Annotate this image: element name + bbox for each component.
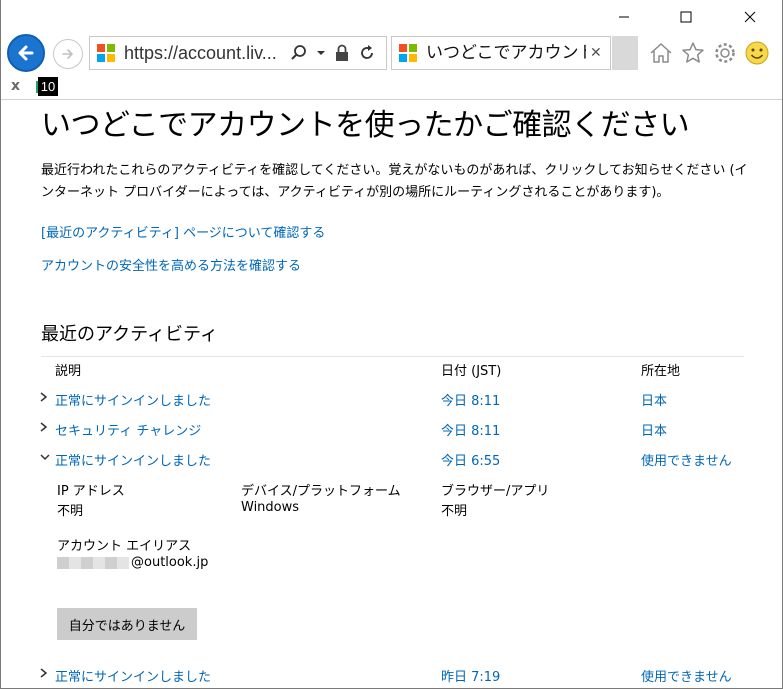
title-bar	[1, 0, 782, 34]
redacted-email-mask	[57, 556, 129, 569]
browser-tab[interactable]: いつどこでアカウント... ✕	[391, 36, 611, 70]
navigation-bar: https://account.liv... いつどこでアカウント... ✕	[1, 32, 782, 76]
table-row[interactable]: 正常にサインインしました 今日 8:11 日本	[39, 390, 751, 410]
close-window-button[interactable]	[727, 0, 773, 34]
dropdown-arrow-icon[interactable]	[316, 44, 326, 62]
device-platform-label: デバイス/プラットフォーム	[241, 484, 401, 499]
tab-close-icon[interactable]: ✕	[590, 37, 602, 69]
site-favicon-icon	[97, 44, 115, 62]
device-platform-value: Windows	[241, 500, 300, 515]
column-header-description: 説明	[55, 364, 82, 379]
favorites-bar: x 10	[1, 76, 782, 100]
chevron-right-icon[interactable]	[39, 666, 51, 683]
ip-address-value: 不明	[57, 504, 84, 519]
search-icon[interactable]	[290, 44, 308, 62]
smiley-feedback-icon[interactable]	[744, 40, 770, 66]
maximize-icon	[680, 11, 692, 23]
not-me-button[interactable]: 自分ではありません	[57, 608, 197, 640]
address-url[interactable]: https://account.liv...	[124, 37, 284, 69]
activity-location[interactable]: 使用できません	[641, 450, 732, 469]
improve-security-link[interactable]: アカウントの安全性を高める方法を確認する	[41, 255, 301, 274]
activity-date[interactable]: 今日 8:11	[441, 390, 500, 409]
intro-text: 最近行われたこれらのアクティビティを確認してください。覚えがないものがあれば、ク…	[41, 163, 748, 200]
activity-description[interactable]: 正常にサインインしました	[55, 390, 211, 409]
close-icon	[744, 11, 756, 23]
browser-app-label: ブラウザー/アプリ	[441, 484, 550, 499]
tab-favicon-icon	[399, 44, 417, 62]
tab-title: いつどこでアカウント...	[426, 43, 586, 63]
home-icon[interactable]	[648, 40, 674, 66]
activity-date[interactable]: 今日 6:55	[441, 450, 500, 469]
activity-description[interactable]: 正常にサインインしました	[55, 666, 211, 685]
page-title: いつどこでアカウントを使ったかご確認ください	[41, 108, 690, 143]
table-row[interactable]: セキュリティ チャレンジ 今日 8:11 日本	[39, 420, 751, 440]
favorites-close-icon[interactable]: x	[11, 78, 20, 94]
forward-arrow-icon	[62, 49, 73, 59]
column-header-date: 日付 (JST)	[441, 364, 502, 379]
back-button[interactable]	[7, 34, 45, 72]
ip-address-label: IP アドレス	[57, 484, 125, 499]
favorites-star-icon[interactable]	[680, 40, 706, 66]
activity-description[interactable]: 正常にサインインしました	[55, 450, 211, 469]
table-header: 説明 日付 (JST) 所在地	[39, 360, 751, 380]
minimize-icon	[619, 16, 629, 18]
account-alias-label: アカウント エイリアス	[57, 539, 192, 554]
account-alias-value: @outlook.jp	[131, 555, 209, 570]
chevron-down-icon[interactable]	[39, 450, 51, 467]
chevron-right-icon[interactable]	[39, 420, 51, 437]
column-header-location: 所在地	[641, 364, 681, 379]
maximize-button[interactable]	[663, 0, 709, 34]
address-bar[interactable]: https://account.liv...	[89, 36, 387, 70]
about-recent-activity-link[interactable]: [最近のアクティビティ] ページについて確認する	[41, 222, 325, 241]
activity-location[interactable]: 日本	[641, 420, 667, 439]
forward-button[interactable]	[53, 39, 83, 69]
toolbar-icons	[648, 40, 770, 66]
lock-icon[interactable]	[334, 44, 350, 62]
activity-location[interactable]: 日本	[641, 390, 667, 409]
account-alias-row: @outlook.jp	[57, 555, 208, 570]
activity-description[interactable]: セキュリティ チャレンジ	[55, 420, 201, 439]
activity-date[interactable]: 昨日 7:19	[441, 666, 500, 685]
browser-app-value: 不明	[441, 504, 468, 519]
browser-window: https://account.liv... いつどこでアカウント... ✕	[0, 0, 783, 689]
section-title: 最近のアクティビティ	[41, 324, 218, 345]
divider	[41, 356, 744, 357]
table-row[interactable]: 正常にサインインしました 昨日 7:19 使用できません	[39, 666, 751, 686]
new-tab-button[interactable]	[612, 36, 638, 70]
back-arrow-icon	[18, 45, 34, 61]
activity-date[interactable]: 今日 8:11	[441, 420, 500, 439]
table-row-expanded[interactable]: 正常にサインインしました 今日 6:55 使用できません	[39, 450, 751, 470]
minimize-button[interactable]	[601, 0, 647, 34]
address-bar-icons	[290, 37, 376, 69]
refresh-icon[interactable]	[358, 44, 376, 62]
extension-badge[interactable]: 10	[38, 77, 58, 96]
chevron-right-icon[interactable]	[39, 390, 51, 407]
activity-location[interactable]: 使用できません	[641, 666, 732, 685]
gear-icon[interactable]	[712, 40, 738, 66]
